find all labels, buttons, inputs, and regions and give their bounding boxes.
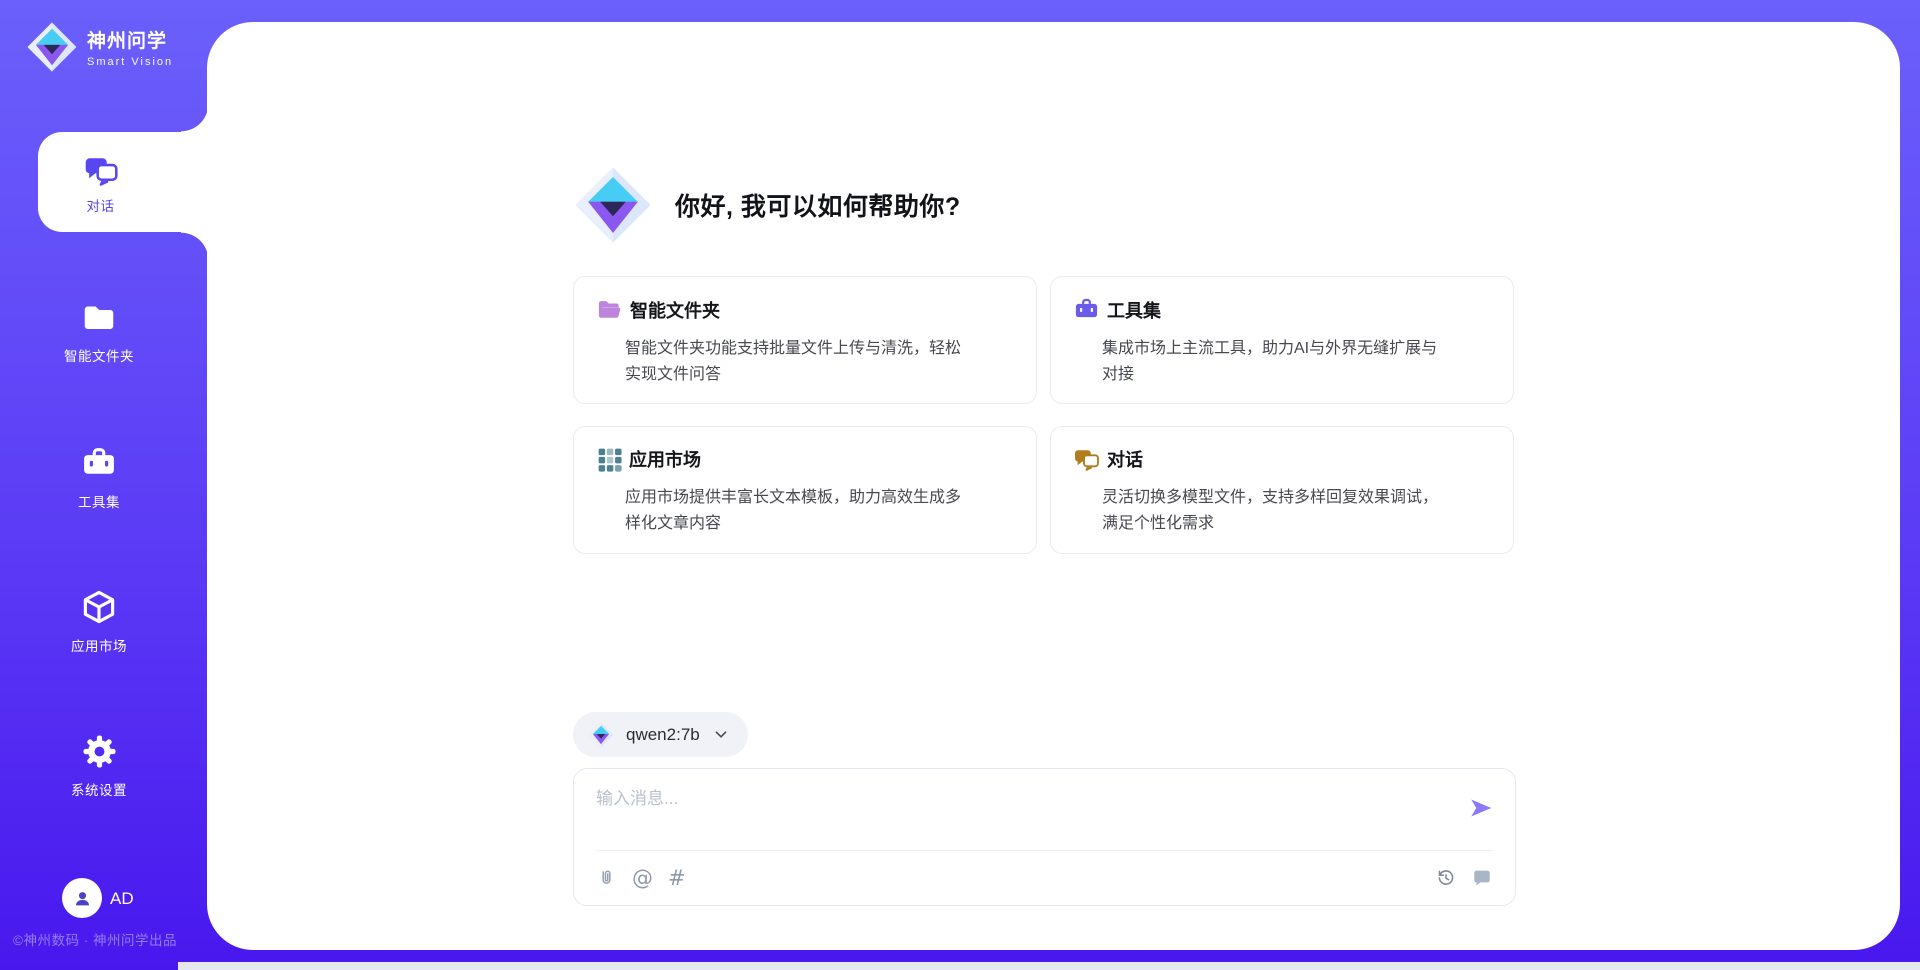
sidebar-item-label: 智能文件夹 (64, 345, 134, 365)
folder-open-icon (596, 296, 623, 323)
feature-card-toolset[interactable]: 工具集 集成市场上主流工具，助力AI与外界无缝扩展与对接 (1050, 276, 1514, 404)
mention-button[interactable]: @ (632, 868, 653, 889)
card-description: 集成市场上主流工具，助力AI与外界无缝扩展与对接 (1102, 336, 1447, 388)
sidebar-item-label: 应用市场 (71, 635, 127, 655)
user-name: AD (110, 889, 134, 909)
send-icon (1468, 795, 1494, 821)
attach-button[interactable] (596, 867, 617, 890)
sidebar: 神州问学 Smart Vision 对话 智能文件夹 (0, 0, 207, 970)
chat-bubble-icon (1471, 867, 1493, 889)
tab-fillet-bottom (181, 232, 209, 260)
quick-phrase-button[interactable] (1471, 867, 1493, 889)
card-title: 智能文件夹 (630, 297, 720, 323)
tab-fillet-top (181, 104, 209, 132)
sidebar-item-label: 系统设置 (71, 779, 127, 799)
model-diamond-icon (588, 722, 614, 748)
sidebar-item-label: 对话 (87, 195, 115, 215)
composer-toolbar: @ # (596, 863, 1493, 893)
card-description: 应用市场提供丰富长文本模板，助力高效生成多样化文章内容 (625, 485, 970, 537)
brand-name: 神州问学 (87, 26, 173, 53)
feature-card-app-market[interactable]: 应用市场 应用市场提供丰富长文本模板，助力高效生成多样化文章内容 (573, 426, 1037, 554)
message-input[interactable] (596, 784, 1426, 842)
chevron-down-icon (714, 729, 728, 740)
chat-bubbles-icon (83, 154, 119, 186)
sidebar-item-app-market[interactable]: 应用市场 (0, 588, 198, 655)
composer: @ # (573, 768, 1516, 906)
folder-icon (81, 300, 117, 336)
sidebar-item-label: 工具集 (78, 491, 120, 511)
cube-icon (80, 588, 118, 626)
brand-logo: 神州问学 Smart Vision (26, 21, 173, 73)
copyright-text: ©神州数码 · 神州问学出品 (13, 929, 177, 949)
feature-cards: 智能文件夹 智能文件夹功能支持批量文件上传与清洗，轻松实现文件问答 工具集 (573, 276, 1514, 554)
card-title: 对话 (1107, 446, 1143, 472)
page-title: 你好, 我可以如何帮助你? (675, 187, 961, 223)
greeting: 你好, 我可以如何帮助你? (573, 165, 961, 245)
sidebar-item-toolset[interactable]: 工具集 (0, 444, 198, 511)
card-title: 工具集 (1107, 297, 1161, 323)
toolbox-icon (1073, 296, 1100, 323)
feature-card-smart-folder[interactable]: 智能文件夹 智能文件夹功能支持批量文件上传与清洗，轻松实现文件问答 (573, 276, 1037, 404)
page-bottom-strip (178, 962, 1920, 970)
card-title: 应用市场 (629, 446, 701, 472)
send-button[interactable] (1468, 795, 1494, 821)
person-icon (71, 887, 94, 910)
sidebar-item-smart-folder[interactable]: 智能文件夹 (0, 300, 198, 365)
user-avatar[interactable] (62, 878, 102, 918)
sidebar-item-chat[interactable]: 对话 (38, 132, 210, 232)
toolbox-icon (80, 444, 118, 482)
history-clock-icon (1435, 867, 1457, 889)
card-description: 智能文件夹功能支持批量文件上传与清洗，轻松实现文件问答 (625, 336, 970, 388)
logo-diamond-icon (573, 165, 653, 245)
chat-bubbles-icon (1073, 447, 1100, 471)
history-button[interactable] (1435, 867, 1457, 889)
brand-subtitle: Smart Vision (87, 56, 173, 68)
topic-button[interactable]: # (668, 868, 686, 889)
at-icon: @ (632, 868, 653, 889)
composer-divider (596, 850, 1493, 851)
sidebar-item-settings[interactable]: 系统设置 (0, 733, 198, 799)
brand-diamond-icon (26, 21, 78, 73)
model-selector[interactable]: qwen2:7b (573, 712, 748, 757)
grid-cube-icon (596, 446, 622, 472)
hash-icon: # (668, 868, 686, 889)
model-name: qwen2:7b (626, 725, 700, 745)
feature-card-chat[interactable]: 对话 灵活切换多模型文件，支持多样回复效果调试，满足个性化需求 (1050, 426, 1514, 554)
gear-icon (81, 733, 118, 770)
card-description: 灵活切换多模型文件，支持多样回复效果调试，满足个性化需求 (1102, 485, 1447, 537)
paperclip-icon (596, 867, 617, 890)
